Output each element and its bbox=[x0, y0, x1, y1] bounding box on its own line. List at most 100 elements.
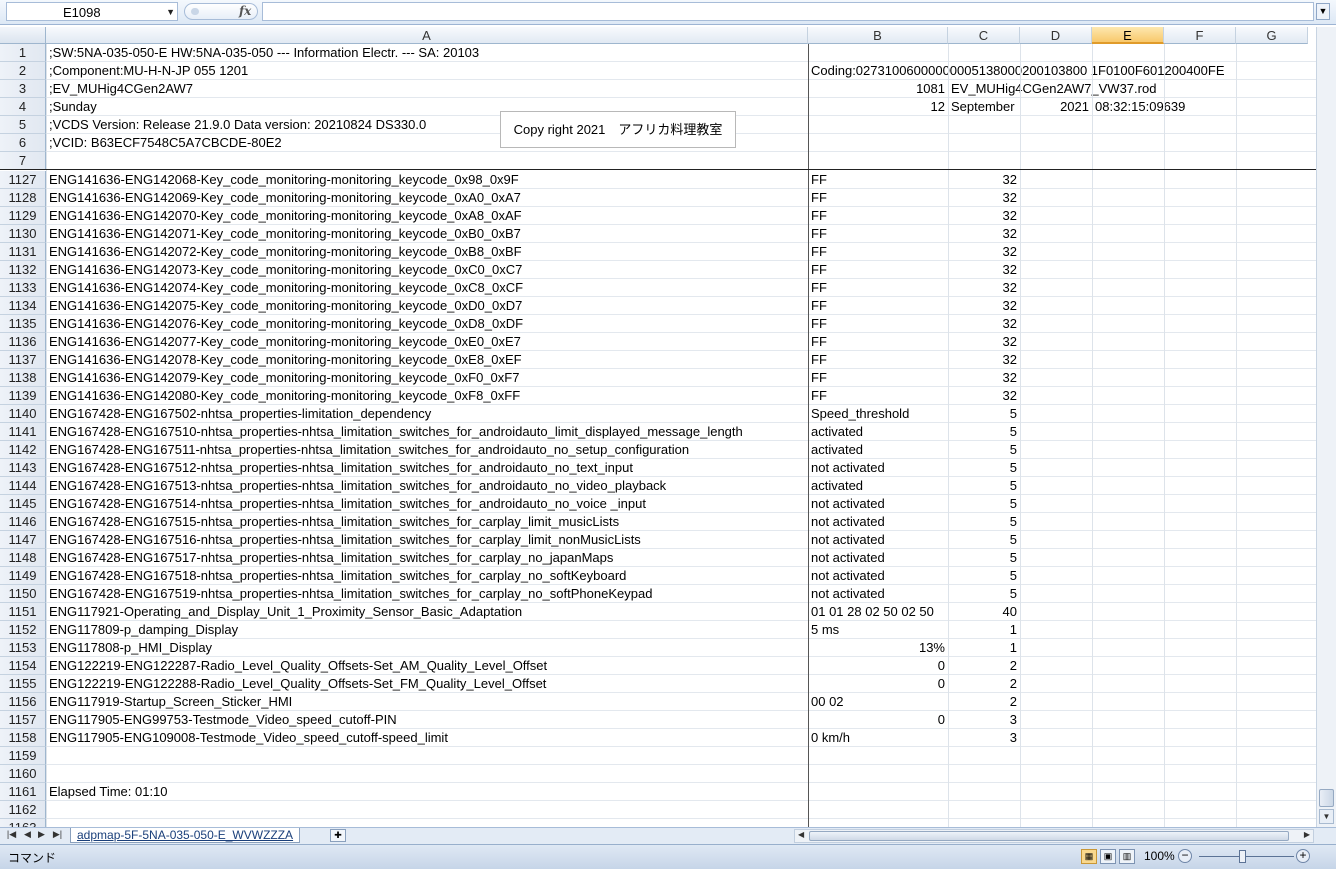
cell-b[interactable]: 0 km/h bbox=[808, 729, 948, 747]
cell-c[interactable]: 5 bbox=[948, 549, 1020, 567]
scroll-left-icon[interactable]: ◀ bbox=[798, 830, 804, 839]
row-header[interactable]: 1150 bbox=[0, 585, 46, 603]
cell-c[interactable]: 32 bbox=[948, 315, 1020, 333]
table-row[interactable]: 1159 bbox=[0, 747, 1316, 765]
table-row[interactable]: 1145 ENG167428-ENG167514-nhtsa_properties… bbox=[0, 495, 1316, 513]
column-header-e[interactable]: E bbox=[1092, 27, 1164, 44]
cell-b[interactable]: 13% bbox=[808, 639, 948, 657]
table-row[interactable]: 1160 bbox=[0, 765, 1316, 783]
row-header[interactable]: 5 bbox=[0, 116, 46, 134]
cell-c[interactable]: 32 bbox=[948, 261, 1020, 279]
cell-a[interactable]: ENG167428-ENG167513-nhtsa_properties-nht… bbox=[46, 477, 808, 495]
column-header-a[interactable]: A bbox=[46, 27, 808, 44]
cell-c[interactable]: 40 bbox=[948, 603, 1020, 621]
cell-b[interactable]: not activated bbox=[808, 549, 948, 567]
table-row[interactable]: 1134 ENG141636-ENG142075-Key_code_monitor… bbox=[0, 297, 1316, 315]
cell-a[interactable]: ;Component:MU-H-N-JP 055 1201 bbox=[46, 62, 808, 80]
column-header-d[interactable]: D bbox=[1020, 27, 1092, 44]
cell-c[interactable]: 32 bbox=[948, 189, 1020, 207]
cell-a[interactable]: ENG167428-ENG167511-nhtsa_properties-nht… bbox=[46, 441, 808, 459]
column-header-g[interactable]: G bbox=[1236, 27, 1308, 44]
row-header[interactable]: 1130 bbox=[0, 225, 46, 243]
page-break-view-icon[interactable]: ▥ bbox=[1119, 849, 1135, 864]
cell-c[interactable]: 32 bbox=[948, 297, 1020, 315]
cell-c[interactable]: 32 bbox=[948, 333, 1020, 351]
table-row[interactable]: 1155 ENG122219-ENG122288-Radio_Level_Qual… bbox=[0, 675, 1316, 693]
cell-c[interactable]: 5 bbox=[948, 585, 1020, 603]
cell-b[interactable]: FF bbox=[808, 171, 948, 189]
cell-c[interactable] bbox=[948, 747, 1020, 765]
insert-sheet-icon[interactable]: ✚ bbox=[330, 829, 346, 842]
row-header[interactable]: 1143 bbox=[0, 459, 46, 477]
cell-c[interactable]: 5 bbox=[948, 567, 1020, 585]
cell-b[interactable]: FF bbox=[808, 243, 948, 261]
cell-c[interactable]: 1 bbox=[948, 639, 1020, 657]
cell-a[interactable]: ENG141636-ENG142077-Key_code_monitoring-… bbox=[46, 333, 808, 351]
cell-c[interactable]: 5 bbox=[948, 513, 1020, 531]
row-header[interactable]: 1154 bbox=[0, 657, 46, 675]
cell-a[interactable]: ENG167428-ENG167510-nhtsa_properties-nht… bbox=[46, 423, 808, 441]
row-header[interactable]: 2 bbox=[0, 62, 46, 80]
table-row[interactable]: 1129 ENG141636-ENG142070-Key_code_monitor… bbox=[0, 207, 1316, 225]
row-header[interactable]: 1 bbox=[0, 44, 46, 62]
cell-a[interactable]: ENG117808-p_HMI_Display bbox=[46, 639, 808, 657]
cell-b[interactable]: 0 bbox=[808, 711, 948, 729]
table-row[interactable]: 1 ;SW:5NA-035-050-E HW:5NA-035-050 --- In… bbox=[0, 44, 1316, 62]
row-header[interactable]: 1139 bbox=[0, 387, 46, 405]
row-header[interactable]: 1127 bbox=[0, 171, 46, 189]
row-header[interactable]: 1141 bbox=[0, 423, 46, 441]
cell-c[interactable]: 1 bbox=[948, 621, 1020, 639]
cell-a[interactable] bbox=[46, 819, 808, 827]
cell-a[interactable]: ENG141636-ENG142074-Key_code_monitoring-… bbox=[46, 279, 808, 297]
cell-c[interactable]: 32 bbox=[948, 279, 1020, 297]
cell-b[interactable]: FF bbox=[808, 261, 948, 279]
table-row[interactable]: 7 bbox=[0, 152, 1316, 170]
table-row[interactable]: 1149 ENG167428-ENG167518-nhtsa_properties… bbox=[0, 567, 1316, 585]
cell-b[interactable]: 0 bbox=[808, 675, 948, 693]
column-header-c[interactable]: C bbox=[948, 27, 1020, 44]
cell-a[interactable]: ENG141636-ENG142070-Key_code_monitoring-… bbox=[46, 207, 808, 225]
row-header[interactable]: 1133 bbox=[0, 279, 46, 297]
cell-c[interactable]: 32 bbox=[948, 225, 1020, 243]
table-row[interactable]: 1161 Elapsed Time: 01:10 bbox=[0, 783, 1316, 801]
table-row[interactable]: 1141 ENG167428-ENG167510-nhtsa_properties… bbox=[0, 423, 1316, 441]
table-row[interactable]: 1152 ENG117809-p_damping_Display 5 ms 1 bbox=[0, 621, 1316, 639]
row-header[interactable]: 1135 bbox=[0, 315, 46, 333]
zoom-slider-thumb[interactable] bbox=[1239, 850, 1246, 863]
cell-a[interactable]: ENG167428-ENG167517-nhtsa_properties-nht… bbox=[46, 549, 808, 567]
cell-c[interactable]: 32 bbox=[948, 369, 1020, 387]
row-header[interactable]: 1161 bbox=[0, 783, 46, 801]
table-row[interactable]: 1139 ENG141636-ENG142080-Key_code_monitor… bbox=[0, 387, 1316, 405]
cell-a[interactable]: ENG141636-ENG142080-Key_code_monitoring-… bbox=[46, 387, 808, 405]
cell-a[interactable] bbox=[46, 152, 808, 170]
name-box[interactable]: E1098 ▼ bbox=[6, 2, 178, 21]
table-row[interactable]: 1131 ENG141636-ENG142072-Key_code_monitor… bbox=[0, 243, 1316, 261]
row-header[interactable]: 1145 bbox=[0, 495, 46, 513]
cell-a[interactable]: ENG117919-Startup_Screen_Sticker_HMI bbox=[46, 693, 808, 711]
fx-icon[interactable]: fx bbox=[239, 4, 251, 18]
table-row[interactable]: 1148 ENG167428-ENG167517-nhtsa_properties… bbox=[0, 549, 1316, 567]
cell-b[interactable]: 1081 bbox=[808, 80, 948, 98]
cell-b[interactable]: FF bbox=[808, 333, 948, 351]
cell-a[interactable]: ENG117905-ENG109008-Testmode_Video_speed… bbox=[46, 729, 808, 747]
row-header[interactable]: 3 bbox=[0, 80, 46, 98]
row-header[interactable]: 1144 bbox=[0, 477, 46, 495]
cell-a[interactable]: ENG117809-p_damping_Display bbox=[46, 621, 808, 639]
cell-b[interactable]: not activated bbox=[808, 459, 948, 477]
row-header[interactable]: 1128 bbox=[0, 189, 46, 207]
table-row[interactable]: 1133 ENG141636-ENG142074-Key_code_monitor… bbox=[0, 279, 1316, 297]
scroll-down-icon[interactable]: ▼ bbox=[1319, 809, 1334, 824]
cell-b[interactable] bbox=[808, 819, 948, 827]
cell-b[interactable]: activated bbox=[808, 441, 948, 459]
row-header[interactable]: 1149 bbox=[0, 567, 46, 585]
vertical-scrollbar[interactable]: ▲ ▼ bbox=[1316, 27, 1336, 827]
cell-b[interactable] bbox=[808, 747, 948, 765]
row-header[interactable]: 1152 bbox=[0, 621, 46, 639]
cell-c[interactable]: 5 bbox=[948, 405, 1020, 423]
cell-c[interactable]: September bbox=[948, 98, 1020, 116]
worksheet-grid[interactable]: ABCDEFG 1 ;SW:5NA-035-050-E HW:5NA-035-05… bbox=[0, 27, 1316, 827]
cell-b[interactable]: Coding:02731006000000005138000200103800 … bbox=[808, 62, 1308, 80]
row-header[interactable]: 1163 bbox=[0, 819, 46, 827]
zoom-out-icon[interactable]: − bbox=[1178, 849, 1192, 863]
cell-a[interactable]: ENG167428-ENG167502-nhtsa_properties-lim… bbox=[46, 405, 808, 423]
